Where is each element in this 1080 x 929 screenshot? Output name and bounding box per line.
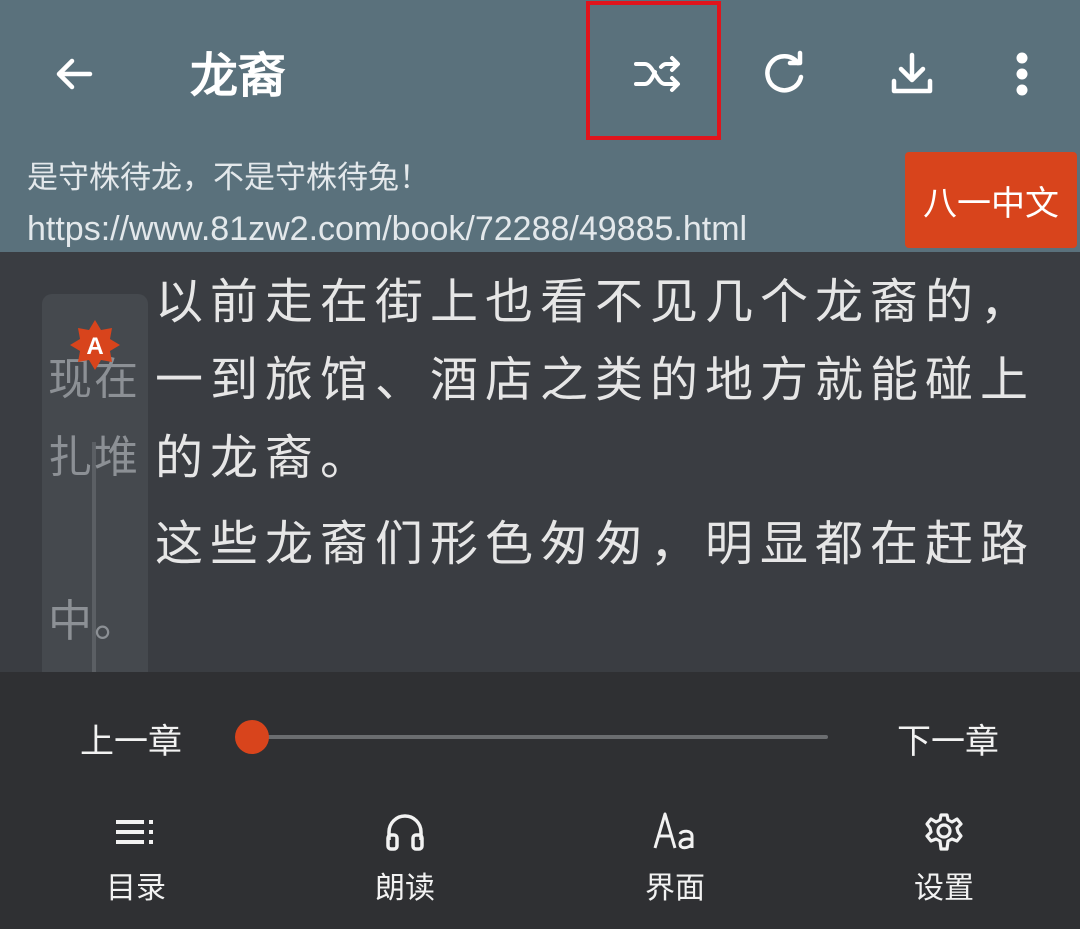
page-title: 龙裔 (190, 48, 287, 104)
side-text-line: 中。 (48, 596, 140, 647)
badge-letter: A (86, 333, 103, 360)
chapter-url[interactable]: https://www.81zw2.com/book/72288/49885.h… (27, 208, 747, 250)
text-line: 这些龙裔们形色匆匆，明显都在赶路 (155, 516, 1036, 572)
refresh-icon (765, 50, 804, 93)
menu-item-read-aloud[interactable]: 朗读 (325, 800, 485, 910)
prev-chapter-button[interactable]: 上一章 (80, 722, 182, 762)
arrow-left-icon (56, 58, 93, 90)
chapter-progress-track[interactable] (252, 735, 828, 739)
side-text-line: 扎堆 (48, 432, 140, 483)
highlight-box (586, 1, 721, 140)
chapter-title: 是守株待龙，不是守株待兔！ (27, 160, 430, 196)
menu-item-label: 界面 (645, 871, 705, 906)
text-line: 以前走在街上也看不见几个龙裔的， (155, 274, 1036, 330)
chapter-progress-thumb[interactable] (235, 720, 269, 754)
refresh-button[interactable] (746, 36, 822, 112)
menu-item-catalog[interactable]: 目录 (56, 800, 216, 910)
next-chapter-button[interactable]: 下一章 (897, 722, 999, 762)
menu-item-label: 目录 (106, 871, 166, 906)
more-button[interactable] (984, 36, 1060, 112)
text-line: 一到旅馆、酒店之类的地方就能碰上 (155, 352, 1036, 408)
menu-item-label: 设置 (914, 871, 974, 906)
menu-item-settings[interactable]: 设置 (864, 800, 1024, 910)
bottom-menu: 上一章 下一章 目录 朗读 界面 设置 (0, 672, 1080, 929)
gear-icon (925, 813, 963, 851)
menu-item-interface[interactable]: 界面 (595, 800, 755, 910)
back-button[interactable] (40, 40, 108, 108)
source-button[interactable]: 八一中文 (905, 152, 1077, 248)
download-icon (891, 52, 933, 94)
font-icon (653, 812, 694, 850)
headphones-icon (386, 814, 424, 851)
reader-content[interactable]: 现在 扎堆 中。 A 以前走在街上也看不见几个龙裔的， 一到旅馆、酒店之类的地方… (0, 252, 1080, 672)
list-icon (116, 820, 153, 844)
app-bar: 龙裔 是守株待龙，不是守株待兔！ https://www.81zw2.com/b… (0, 0, 1080, 252)
menu-item-label: 朗读 (375, 871, 435, 906)
download-button[interactable] (874, 36, 950, 112)
more-vertical-icon (1016, 52, 1028, 96)
adblock-badge-icon[interactable]: A (68, 318, 122, 372)
text-line: 的龙裔。 (155, 430, 376, 486)
